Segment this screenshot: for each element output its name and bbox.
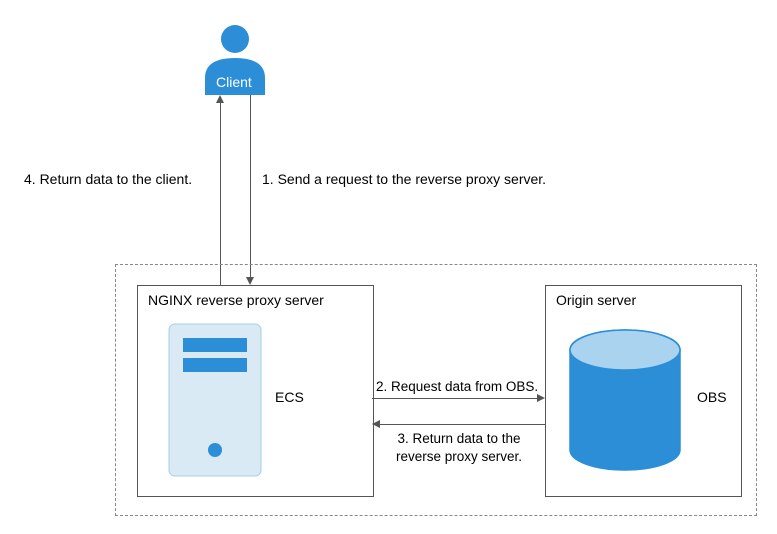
- obs-icon: [565, 325, 685, 475]
- arrow-step4-line: [220, 103, 221, 286]
- origin-title: Origin server: [556, 292, 636, 308]
- arrow-step3-line: [380, 424, 546, 425]
- step3-label: 3. Return data to the reverse proxy serv…: [396, 430, 522, 465]
- step2-label: 2. Request data from OBS.: [376, 378, 538, 396]
- arrow-step4-head: [216, 95, 224, 103]
- arrow-step2-line: [372, 398, 538, 399]
- step4-label: 4. Return data to the client.: [24, 170, 192, 188]
- arrow-step1-line: [250, 95, 251, 279]
- ecs-icon: [165, 320, 265, 480]
- arrow-step3-head: [372, 420, 380, 428]
- ecs-label: ECS: [275, 388, 304, 406]
- client-label: Client: [216, 73, 252, 91]
- step1-label: 1. Send a request to the reverse proxy s…: [262, 170, 546, 188]
- proxy-title: NGINX reverse proxy server: [148, 292, 324, 308]
- arrow-step2-head: [537, 394, 545, 402]
- obs-label: OBS: [697, 388, 727, 406]
- diagram-canvas: Client 4. Return data to the client. 1. …: [0, 0, 777, 534]
